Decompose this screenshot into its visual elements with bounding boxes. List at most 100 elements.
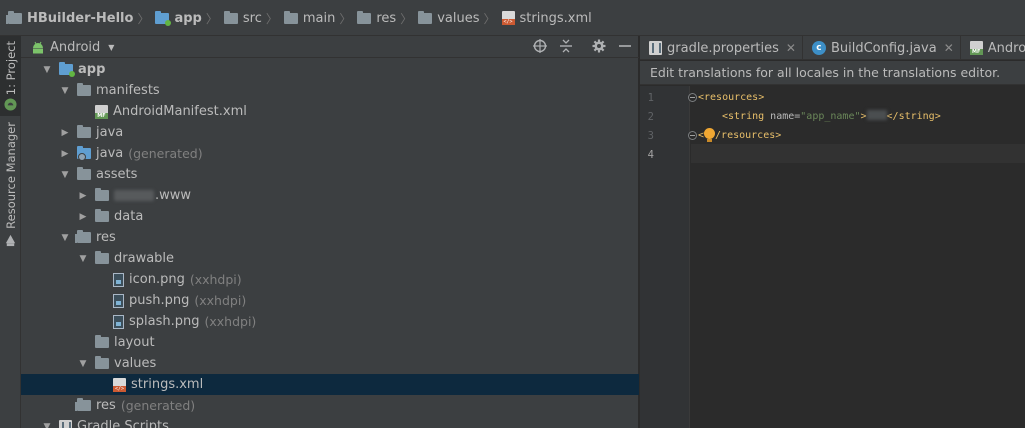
tree-node-qualifier: (xxhdpi) [194, 293, 247, 308]
resource-manager-tool-tab[interactable]: Resource Manager [0, 121, 21, 248]
editor-tab[interactable]: gradle.properties ✕ [640, 36, 803, 59]
fold-toggle-icon[interactable] [688, 93, 697, 102]
tree-node[interactable]: ▼ manifests [21, 80, 639, 101]
line-number: 3 [647, 130, 654, 142]
redacted-value [866, 110, 887, 120]
resource-manager-tab-label: Resource Manager [3, 121, 18, 229]
project-view-label: Android [50, 40, 101, 55]
chevron-down-icon[interactable]: ▼ [58, 170, 72, 180]
folder-icon [357, 10, 372, 24]
tree-node[interactable]: ▼ drawable [21, 248, 639, 269]
res-folder-icon [75, 230, 91, 243]
editor-tab[interactable]: c BuildConfig.java ✕ [803, 36, 961, 59]
tree-node-label: java [96, 125, 124, 140]
tree-node[interactable]: ▼ app [21, 59, 639, 80]
tree-node-label: assets [96, 167, 138, 182]
tree-node-qualifier: (xxhdpi) [189, 272, 242, 287]
chevron-down-icon[interactable]: ▼ [58, 233, 72, 243]
folder-icon [77, 125, 91, 138]
minimize-icon[interactable] [617, 39, 633, 55]
editor-tabs: gradle.properties ✕ c BuildConfig.java ✕ Andr… [640, 36, 1025, 60]
breadcrumb-item[interactable]: strings.xml [501, 11, 592, 26]
breadcrumb-item[interactable]: res [357, 10, 397, 26]
image-file-icon [113, 293, 124, 308]
xml-attribute-value: "app_name" [800, 111, 861, 122]
resources-icon [5, 234, 16, 247]
tree-node-label: res [96, 230, 116, 245]
tree-node[interactable]: ▼ res [21, 227, 639, 248]
project-tool-window: Android ▼ ▼ app ▼manifests▼AndroidManifest… [21, 36, 639, 428]
xml-tag: <resources> [698, 92, 765, 103]
gear-icon[interactable] [591, 39, 607, 55]
breadcrumb-item[interactable]: src [223, 10, 262, 26]
breadcrumb-label: main [302, 10, 336, 26]
tree-node-label: app [78, 62, 106, 77]
tree-node-label: data [114, 209, 144, 224]
locate-file-icon[interactable] [532, 39, 548, 55]
tree-node[interactable]: ▼AndroidManifest.xml [21, 101, 639, 122]
chevron-down-icon[interactable]: ▼ [76, 359, 90, 369]
redacted-text [114, 190, 154, 201]
generated-folder-icon [77, 146, 91, 161]
breadcrumb-item[interactable]: main [283, 10, 336, 26]
chevron-right-icon[interactable]: ▶ [58, 128, 72, 138]
fold-toggle-icon[interactable] [688, 131, 697, 140]
gradle-file-icon [649, 41, 662, 55]
tree-node[interactable]: ▼push.png(xxhdpi) [21, 290, 639, 311]
code-line-1[interactable]: <resources> [698, 88, 764, 107]
editor-area: gradle.properties ✕ c BuildConfig.java ✕ Andr… [640, 36, 1025, 428]
lightbulb-icon[interactable] [704, 128, 716, 142]
line-number: 1 [647, 92, 654, 104]
navigation-bar: HBuilder-Hello〉app〉src〉main〉res〉values〉s… [0, 0, 1025, 36]
tree-node[interactable]: ▼splash.png(xxhdpi) [21, 311, 639, 332]
chevron-down-icon[interactable]: ▼ [58, 86, 72, 96]
tree-node[interactable]: ▼icon.png(xxhdpi) [21, 269, 639, 290]
chevron-down-icon[interactable]: ▼ [40, 65, 54, 75]
tree-node[interactable]: ▶ .www [21, 185, 639, 206]
xml-tag: </string> [886, 111, 941, 122]
chevron-down-icon[interactable]: ▼ [40, 422, 54, 428]
tree-node[interactable]: ▶ java [21, 122, 639, 143]
chevron-right-icon: 〉 [339, 11, 352, 26]
tree-node[interactable]: ▼res(generated) [21, 395, 639, 416]
editor-tab-label: AndroidManifest.xml [987, 40, 1025, 56]
chevron-right-icon[interactable]: ▶ [58, 149, 72, 159]
folder-icon [95, 356, 109, 369]
chevron-down-icon[interactable]: ▼ [76, 254, 90, 264]
line-number-gutter: 1 2 3 4 [640, 86, 690, 428]
breadcrumb-label: res [376, 10, 397, 26]
collapse-all-icon[interactable] [558, 39, 574, 55]
image-file-icon [113, 272, 124, 287]
gradle-icon [59, 419, 72, 428]
tree-node[interactable]: ▼layout [21, 332, 639, 353]
project-tool-tab[interactable]: 1: Project [0, 36, 21, 116]
tree-node[interactable]: ▼ values [21, 353, 639, 374]
tree-node[interactable]: ▼ assets [21, 164, 639, 185]
breadcrumb-item[interactable]: app [155, 10, 202, 26]
code-line-2[interactable]: <string name="app_name"> </string> [722, 107, 941, 126]
res-folder-icon [75, 398, 91, 411]
code-line-3[interactable]: </resources> [698, 126, 781, 145]
left-tool-strip: 1: Project Resource Manager [0, 36, 21, 428]
tree-node[interactable]: ▶ java (generated) [21, 143, 639, 164]
close-icon[interactable]: ✕ [944, 41, 954, 55]
tree-node[interactable]: ▼strings.xml [21, 374, 639, 395]
translations-editor-banner[interactable]: Edit translations for all locales in the… [640, 61, 1025, 85]
tree-node[interactable]: ▼ Gradle Scripts [21, 416, 639, 428]
chevron-right-icon[interactable]: ▶ [76, 212, 90, 222]
project-toolbar: Android ▼ [21, 36, 639, 58]
breadcrumb-item[interactable]: HBuilder-Hello [6, 10, 133, 26]
breadcrumb-item[interactable]: values [418, 10, 480, 26]
chevron-right-icon[interactable]: ▶ [76, 191, 90, 201]
project-view-selector[interactable]: Android ▼ [31, 39, 114, 56]
tree-node-label: Gradle Scripts [77, 419, 169, 428]
close-icon[interactable]: ✕ [786, 41, 796, 55]
tree-node[interactable]: ▶ data [21, 206, 639, 227]
tree-node-label: strings.xml [131, 377, 204, 392]
editor-tab[interactable]: AndroidManifest.xml [961, 36, 1025, 59]
caret-line-highlight [691, 144, 1025, 163]
xml-attribute: name= [764, 111, 801, 122]
folder-icon [283, 10, 298, 24]
folder-icon [95, 251, 109, 264]
xml-file-icon [113, 377, 126, 392]
